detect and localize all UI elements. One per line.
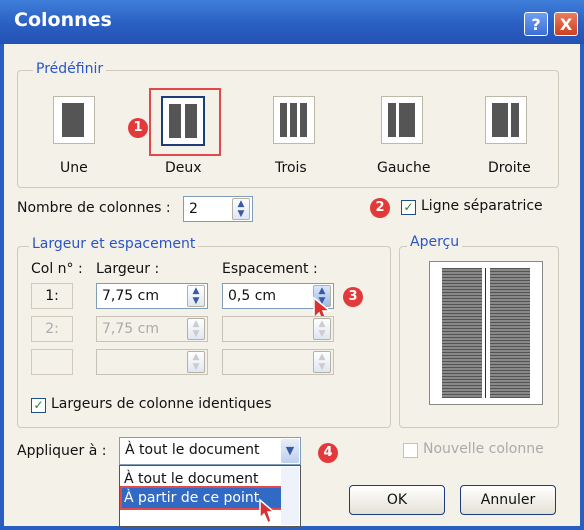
new-column-label: Nouvelle colonne xyxy=(423,441,544,457)
ok-button[interactable]: OK xyxy=(349,485,445,515)
col-number-3 xyxy=(31,349,73,375)
preset-three[interactable] xyxy=(273,96,315,144)
step-badge-1: 1 xyxy=(128,118,148,138)
apply-select-value: À tout le document xyxy=(125,442,260,458)
width-spacing-group-label: Largeur et espacement xyxy=(29,236,199,252)
num-columns-spinner[interactable]: ▲ ▼ xyxy=(232,198,250,220)
width-spinner-1[interactable]: ▲ ▼ xyxy=(187,285,205,307)
step-badge-2: 2 xyxy=(370,198,390,218)
preset-two[interactable] xyxy=(161,96,205,146)
col-header: Col n° : xyxy=(31,261,83,277)
apply-select[interactable]: À tout le document ▼ xyxy=(119,437,301,465)
apply-label: Appliquer à : xyxy=(17,443,107,459)
preview-page xyxy=(429,261,543,405)
mouse-cursor-icon-2 xyxy=(259,498,277,525)
dropdown-scrollbar[interactable] xyxy=(281,467,299,525)
step-badge-4: 4 xyxy=(318,443,338,463)
preview-separator-line xyxy=(485,268,486,398)
spacing-spinner-3: ▲ ▼ xyxy=(313,351,331,373)
close-button[interactable]: X xyxy=(554,12,578,36)
equal-widths-checkbox[interactable]: ✓ xyxy=(31,398,46,413)
width-header: Largeur : xyxy=(96,261,160,277)
cancel-button[interactable]: Annuler xyxy=(460,485,556,515)
width-spinner-3: ▲ ▼ xyxy=(187,351,205,373)
preview-column-2 xyxy=(490,268,530,398)
col-number-1: 1: xyxy=(31,283,73,309)
preset-three-label: Trois xyxy=(275,160,307,176)
dropdown-option-whole-document[interactable]: À tout le document xyxy=(122,469,284,489)
preset-right-label: Droite xyxy=(488,160,531,176)
separator-checkbox[interactable]: ✓ xyxy=(401,200,416,215)
equal-widths-label: Largeurs de colonne identiques xyxy=(51,396,272,412)
num-columns-label: Nombre de colonnes : xyxy=(17,200,171,216)
new-column-checkbox xyxy=(403,443,418,458)
preset-left[interactable] xyxy=(381,96,423,144)
step-badge-3: 3 xyxy=(343,287,363,307)
preset-left-label: Gauche xyxy=(377,160,431,176)
width-spinner-2: ▲ ▼ xyxy=(187,318,205,340)
preview-column-1 xyxy=(442,268,482,398)
title-bar: Colonnes ? X xyxy=(0,0,584,44)
separator-label: Ligne séparatrice xyxy=(421,198,543,214)
preset-right[interactable] xyxy=(485,96,527,144)
predefined-group-label: Prédéfinir xyxy=(33,61,107,77)
preset-one-label: Une xyxy=(60,160,88,176)
preset-one[interactable] xyxy=(53,96,95,144)
window-title: Colonnes xyxy=(14,9,112,31)
spacing-spinner-2: ▲ ▼ xyxy=(313,318,331,340)
spacing-header: Espacement : xyxy=(222,261,318,277)
preset-two-label: Deux xyxy=(165,160,202,176)
preview-group-label: Aperçu xyxy=(407,234,463,250)
col-number-2: 2: xyxy=(31,316,73,342)
chevron-down-icon[interactable]: ▼ xyxy=(281,439,299,463)
help-button[interactable]: ? xyxy=(524,12,548,36)
